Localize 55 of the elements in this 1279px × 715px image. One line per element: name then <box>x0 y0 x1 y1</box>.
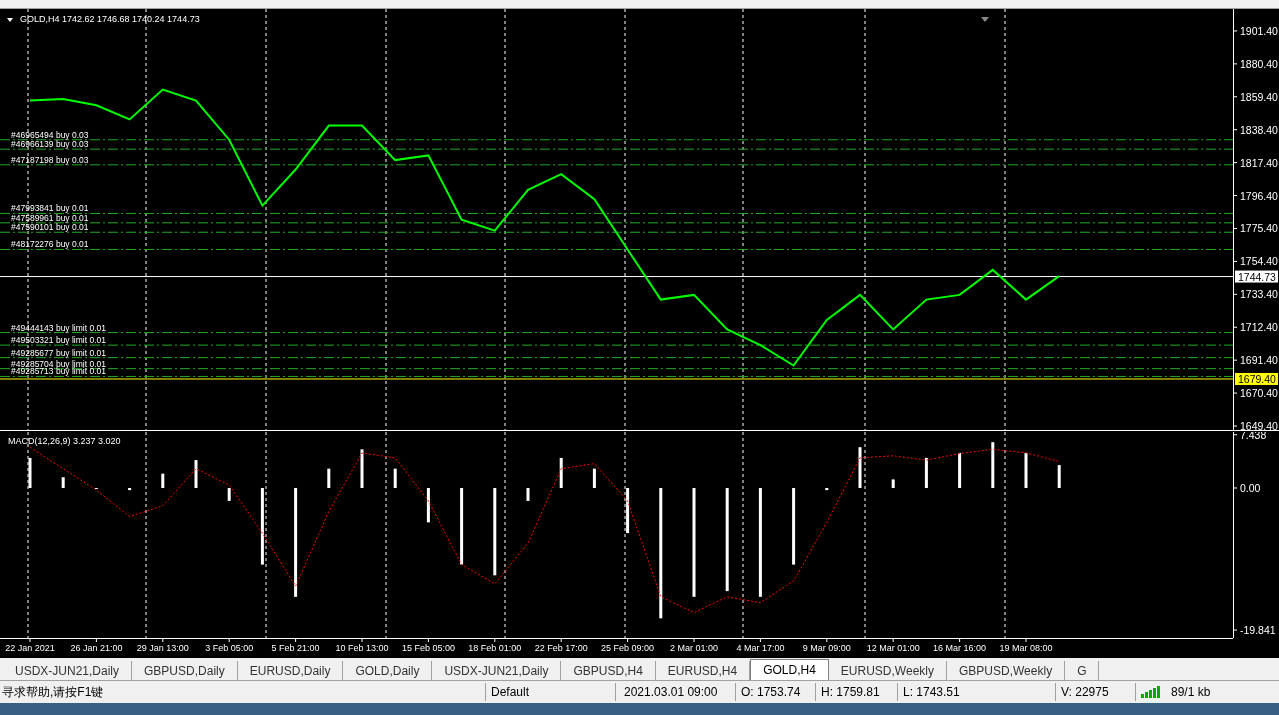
axis-label: 2 Mar 01:00 <box>670 643 718 653</box>
axis-label: 7.438 <box>1240 432 1267 441</box>
status-help: 寻求帮助,请按F1键 <box>1 684 105 701</box>
status-open: O: 1753.74 <box>735 683 815 701</box>
axis-label: 4 Mar 17:00 <box>736 643 785 653</box>
axis-label: 26 Jan 21:00 <box>70 643 123 653</box>
axis-label: 22 Jan 2021 <box>5 643 55 653</box>
axis-label: 22 Feb 17:00 <box>534 643 588 653</box>
chart-title: GOLD,H4 1742.62 1746.68 1740.24 1744.73 <box>20 14 200 24</box>
order-label: #47187198 buy 0.03 <box>11 154 89 165</box>
order-label: #48172276 buy 0.01 <box>11 239 89 250</box>
axis-label: 1754.40 <box>1240 255 1278 268</box>
axis-label: 0.00 <box>1240 482 1261 494</box>
order-label: #49503321 buy limit 0.01 <box>11 335 106 346</box>
indicator-title: MACD(12,26,9) 3.237 3.020 <box>8 436 121 446</box>
axis-label: 1838.40 <box>1240 123 1278 136</box>
status-traffic: 89/1 kb <box>1171 684 1211 701</box>
status-volume: V: 22975 <box>1055 683 1135 701</box>
axis-label: 29 Jan 13:00 <box>136 643 189 653</box>
axis-label: 1859.40 <box>1240 90 1278 103</box>
axis-label: 1901.40 <box>1240 24 1278 37</box>
axis-label: 10 Feb 13:00 <box>335 643 389 653</box>
axis-label: 16 Mar 16:00 <box>933 643 987 653</box>
status-low: L: 1743.51 <box>897 683 1055 701</box>
status-high: H: 1759.81 <box>815 683 897 701</box>
status-time: 2021.03.01 09:00 <box>615 683 735 701</box>
order-label: #49285677 buy limit 0.01 <box>11 347 106 358</box>
order-label: #46966139 buy 0.03 <box>11 139 89 150</box>
status-profile: Default <box>485 683 615 701</box>
axis-label: 1796.40 <box>1240 189 1278 202</box>
order-label: #46965494 buy 0.03 <box>11 129 89 140</box>
order-label: #49444143 buy limit 0.01 <box>11 322 106 333</box>
axis-label: 1670.40 <box>1240 387 1278 400</box>
order-label: #49285713 buy limit 0.01 <box>11 366 106 377</box>
axis-label: 1775.40 <box>1240 222 1278 235</box>
axis-label: 3 Feb 05:00 <box>205 643 254 653</box>
axis-label: 15 Feb 05:00 <box>401 643 455 653</box>
axis-label: 25 Feb 09:00 <box>601 643 655 653</box>
axis-label: 19 Mar 08:00 <box>999 643 1053 653</box>
axis-label: 1880.40 <box>1240 57 1278 70</box>
price-tag: 1744.73 <box>1235 270 1278 283</box>
axis-label: 1712.40 <box>1240 321 1278 334</box>
axis-label: -19.841 <box>1240 624 1276 637</box>
order-label: #47590101 buy 0.01 <box>11 222 89 233</box>
axis-label: 1817.40 <box>1240 156 1278 169</box>
axis-label: 18 Feb 01:00 <box>468 643 522 653</box>
axis-label: 1733.40 <box>1240 288 1278 301</box>
order-label: #47993841 buy 0.01 <box>11 203 89 214</box>
axis-label: 5 Feb 21:00 <box>271 643 320 653</box>
axis-label: 1649.40 <box>1240 420 1278 430</box>
axis-label: 12 Mar 01:00 <box>866 643 920 653</box>
price-tag: 1679.40 <box>1235 372 1278 385</box>
axis-label: 9 Mar 09:00 <box>802 643 851 653</box>
axis-label: 1691.40 <box>1240 354 1278 367</box>
order-label: #47589961 buy 0.01 <box>11 212 89 223</box>
